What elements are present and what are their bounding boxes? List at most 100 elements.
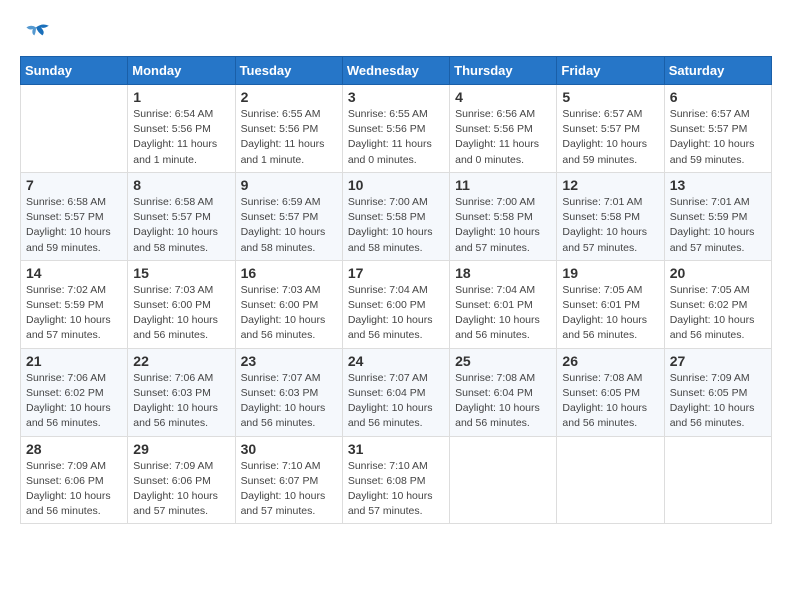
calendar-cell: 3 Sunrise: 6:55 AM Sunset: 5:56 PM Daylig… [342, 85, 449, 173]
day-number: 7 [26, 177, 122, 193]
day-info: Sunrise: 6:55 AM Sunset: 5:56 PM Dayligh… [241, 107, 337, 168]
day-info: Sunrise: 7:08 AM Sunset: 6:04 PM Dayligh… [455, 371, 551, 432]
calendar-cell [21, 85, 128, 173]
day-info: Sunrise: 7:06 AM Sunset: 6:02 PM Dayligh… [26, 371, 122, 432]
calendar-cell: 31 Sunrise: 7:10 AM Sunset: 6:08 PM Dayli… [342, 436, 449, 524]
calendar-cell: 21 Sunrise: 7:06 AM Sunset: 6:02 PM Dayli… [21, 348, 128, 436]
calendar-cell: 17 Sunrise: 7:04 AM Sunset: 6:00 PM Dayli… [342, 260, 449, 348]
day-info: Sunrise: 7:03 AM Sunset: 6:00 PM Dayligh… [241, 283, 337, 344]
day-number: 28 [26, 441, 122, 457]
day-number: 10 [348, 177, 444, 193]
calendar-cell: 7 Sunrise: 6:58 AM Sunset: 5:57 PM Daylig… [21, 172, 128, 260]
calendar-cell: 2 Sunrise: 6:55 AM Sunset: 5:56 PM Daylig… [235, 85, 342, 173]
day-info: Sunrise: 7:06 AM Sunset: 6:03 PM Dayligh… [133, 371, 229, 432]
calendar-cell [664, 436, 771, 524]
calendar-header-row: SundayMondayTuesdayWednesdayThursdayFrid… [21, 57, 772, 85]
calendar-cell: 27Sunrise: 7:09 AM Sunset: 6:05 PM Dayli… [664, 348, 771, 436]
weekday-header-sunday: Sunday [21, 57, 128, 85]
day-info: Sunrise: 6:56 AM Sunset: 5:56 PM Dayligh… [455, 107, 551, 168]
calendar-cell: 13 Sunrise: 7:01 AM Sunset: 5:59 PM Dayli… [664, 172, 771, 260]
day-number: 15 [133, 265, 229, 281]
calendar-cell: 16 Sunrise: 7:03 AM Sunset: 6:00 PM Dayli… [235, 260, 342, 348]
calendar-week-5: 28 Sunrise: 7:09 AM Sunset: 6:06 PM Dayli… [21, 436, 772, 524]
day-info: Sunrise: 7:09 AM Sunset: 6:05 PM Dayligh… [670, 371, 766, 432]
weekday-header-thursday: Thursday [450, 57, 557, 85]
logo-bird-icon [20, 20, 52, 46]
calendar-cell: 25 Sunrise: 7:08 AM Sunset: 6:04 PM Dayli… [450, 348, 557, 436]
calendar-cell: 15 Sunrise: 7:03 AM Sunset: 6:00 PM Dayli… [128, 260, 235, 348]
day-info: Sunrise: 7:04 AM Sunset: 6:01 PM Dayligh… [455, 283, 551, 344]
day-number: 25 [455, 353, 551, 369]
calendar-cell: 11 Sunrise: 7:00 AM Sunset: 5:58 PM Dayli… [450, 172, 557, 260]
day-number: 26 [562, 353, 658, 369]
calendar-cell [557, 436, 664, 524]
calendar-cell: 1 Sunrise: 6:54 AM Sunset: 5:56 PM Daylig… [128, 85, 235, 173]
weekday-header-saturday: Saturday [664, 57, 771, 85]
day-info: Sunrise: 7:07 AM Sunset: 6:04 PM Dayligh… [348, 371, 444, 432]
calendar-table: SundayMondayTuesdayWednesdayThursdayFrid… [20, 56, 772, 524]
calendar-cell: 22Sunrise: 7:06 AM Sunset: 6:03 PM Dayli… [128, 348, 235, 436]
day-number: 20 [670, 265, 766, 281]
calendar-cell: 24 Sunrise: 7:07 AM Sunset: 6:04 PM Dayli… [342, 348, 449, 436]
calendar-cell: 4Sunrise: 6:56 AM Sunset: 5:56 PM Daylig… [450, 85, 557, 173]
day-info: Sunrise: 7:10 AM Sunset: 6:08 PM Dayligh… [348, 459, 444, 520]
day-info: Sunrise: 7:05 AM Sunset: 6:02 PM Dayligh… [670, 283, 766, 344]
page-header [20, 20, 772, 46]
day-number: 30 [241, 441, 337, 457]
day-info: Sunrise: 7:08 AM Sunset: 6:05 PM Dayligh… [562, 371, 658, 432]
day-number: 29 [133, 441, 229, 457]
weekday-header-wednesday: Wednesday [342, 57, 449, 85]
calendar-cell: 28Sunrise: 7:09 AM Sunset: 6:06 PM Dayli… [21, 436, 128, 524]
calendar-cell: 10Sunrise: 7:00 AM Sunset: 5:58 PM Dayli… [342, 172, 449, 260]
day-number: 17 [348, 265, 444, 281]
day-number: 5 [562, 89, 658, 105]
day-info: Sunrise: 7:02 AM Sunset: 5:59 PM Dayligh… [26, 283, 122, 344]
day-number: 14 [26, 265, 122, 281]
day-info: Sunrise: 6:59 AM Sunset: 5:57 PM Dayligh… [241, 195, 337, 256]
calendar-cell: 8 Sunrise: 6:58 AM Sunset: 5:57 PM Daylig… [128, 172, 235, 260]
day-number: 12 [562, 177, 658, 193]
day-info: Sunrise: 6:55 AM Sunset: 5:56 PM Dayligh… [348, 107, 444, 168]
calendar-cell: 23Sunrise: 7:07 AM Sunset: 6:03 PM Dayli… [235, 348, 342, 436]
calendar-week-3: 14 Sunrise: 7:02 AM Sunset: 5:59 PM Dayli… [21, 260, 772, 348]
day-number: 9 [241, 177, 337, 193]
day-info: Sunrise: 6:58 AM Sunset: 5:57 PM Dayligh… [26, 195, 122, 256]
calendar-cell: 14 Sunrise: 7:02 AM Sunset: 5:59 PM Dayli… [21, 260, 128, 348]
day-number: 8 [133, 177, 229, 193]
day-info: Sunrise: 7:00 AM Sunset: 5:58 PM Dayligh… [455, 195, 551, 256]
weekday-header-friday: Friday [557, 57, 664, 85]
weekday-header-monday: Monday [128, 57, 235, 85]
day-number: 21 [26, 353, 122, 369]
weekday-header-tuesday: Tuesday [235, 57, 342, 85]
day-info: Sunrise: 7:04 AM Sunset: 6:00 PM Dayligh… [348, 283, 444, 344]
day-number: 1 [133, 89, 229, 105]
day-info: Sunrise: 6:57 AM Sunset: 5:57 PM Dayligh… [670, 107, 766, 168]
day-info: Sunrise: 6:57 AM Sunset: 5:57 PM Dayligh… [562, 107, 658, 168]
calendar-cell: 6 Sunrise: 6:57 AM Sunset: 5:57 PM Daylig… [664, 85, 771, 173]
day-number: 6 [670, 89, 766, 105]
day-number: 24 [348, 353, 444, 369]
calendar-week-2: 7 Sunrise: 6:58 AM Sunset: 5:57 PM Daylig… [21, 172, 772, 260]
day-info: Sunrise: 7:09 AM Sunset: 6:06 PM Dayligh… [133, 459, 229, 520]
calendar-cell: 19 Sunrise: 7:05 AM Sunset: 6:01 PM Dayli… [557, 260, 664, 348]
day-info: Sunrise: 7:05 AM Sunset: 6:01 PM Dayligh… [562, 283, 658, 344]
day-number: 31 [348, 441, 444, 457]
day-number: 16 [241, 265, 337, 281]
day-info: Sunrise: 6:54 AM Sunset: 5:56 PM Dayligh… [133, 107, 229, 168]
day-info: Sunrise: 7:10 AM Sunset: 6:07 PM Dayligh… [241, 459, 337, 520]
day-number: 3 [348, 89, 444, 105]
day-number: 13 [670, 177, 766, 193]
day-info: Sunrise: 7:03 AM Sunset: 6:00 PM Dayligh… [133, 283, 229, 344]
calendar-cell: 30 Sunrise: 7:10 AM Sunset: 6:07 PM Dayli… [235, 436, 342, 524]
calendar-cell: 18 Sunrise: 7:04 AM Sunset: 6:01 PM Dayli… [450, 260, 557, 348]
day-number: 19 [562, 265, 658, 281]
calendar-cell: 9 Sunrise: 6:59 AM Sunset: 5:57 PM Daylig… [235, 172, 342, 260]
day-info: Sunrise: 7:01 AM Sunset: 5:59 PM Dayligh… [670, 195, 766, 256]
day-number: 2 [241, 89, 337, 105]
day-number: 18 [455, 265, 551, 281]
calendar-week-4: 21 Sunrise: 7:06 AM Sunset: 6:02 PM Dayli… [21, 348, 772, 436]
day-info: Sunrise: 7:07 AM Sunset: 6:03 PM Dayligh… [241, 371, 337, 432]
day-info: Sunrise: 6:58 AM Sunset: 5:57 PM Dayligh… [133, 195, 229, 256]
day-number: 11 [455, 177, 551, 193]
calendar-cell: 26 Sunrise: 7:08 AM Sunset: 6:05 PM Dayli… [557, 348, 664, 436]
